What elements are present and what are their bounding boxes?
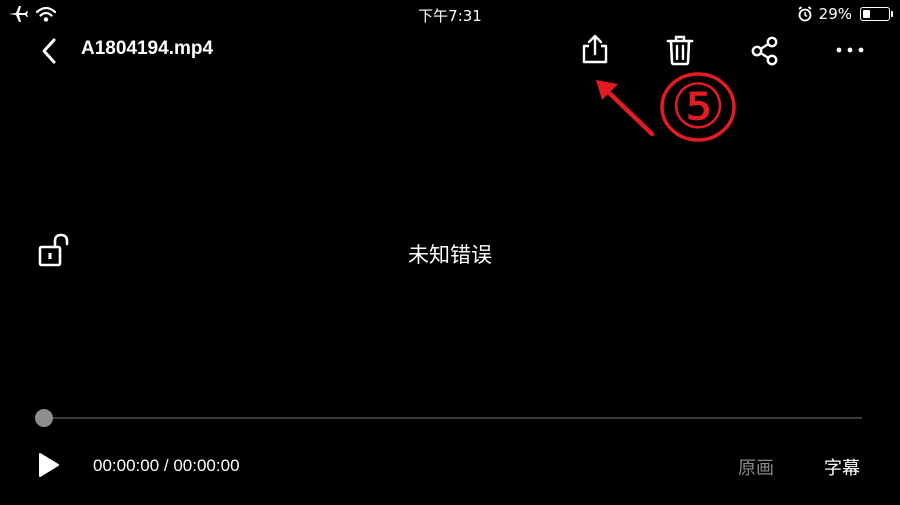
file-title: A1804194.mp4 bbox=[81, 38, 214, 59]
status-bar: 下午7:31 29% bbox=[0, 0, 900, 28]
back-chevron-icon[interactable] bbox=[38, 37, 60, 65]
subtitle-button[interactable]: 字幕 bbox=[824, 454, 860, 480]
annotation-number: ⑤ bbox=[660, 72, 736, 142]
time-readout: 00:00:00 / 00:00:00 bbox=[93, 456, 240, 475]
trash-icon[interactable] bbox=[665, 34, 695, 66]
battery-icon bbox=[860, 7, 893, 21]
original-quality-button[interactable]: 原画 bbox=[738, 454, 774, 480]
status-time: 下午7:31 bbox=[418, 7, 482, 25]
play-icon[interactable] bbox=[37, 452, 61, 478]
more-icon[interactable] bbox=[834, 44, 866, 56]
share-icon[interactable] bbox=[750, 36, 780, 66]
error-message: 未知错误 bbox=[408, 243, 492, 267]
export-icon[interactable] bbox=[580, 34, 610, 66]
alarm-icon bbox=[798, 6, 812, 22]
battery-level bbox=[863, 10, 870, 18]
battery-percent: 29% bbox=[818, 5, 852, 23]
progress-knob[interactable] bbox=[35, 409, 53, 427]
progress-track[interactable] bbox=[44, 417, 862, 419]
